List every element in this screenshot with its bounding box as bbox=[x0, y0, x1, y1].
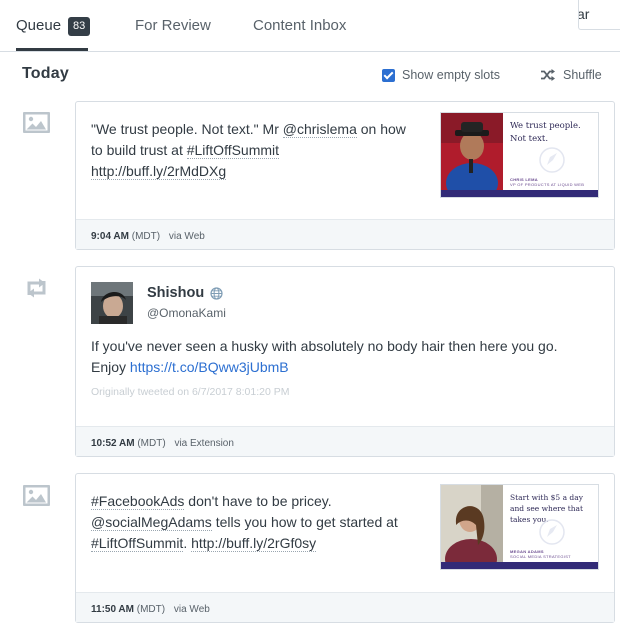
hashtag-link[interactable]: #LiftOffSummit bbox=[91, 535, 184, 552]
active-tab-underline bbox=[16, 48, 88, 51]
queued-post-1[interactable]: "We trust people. Not text." Mr @chrisle… bbox=[75, 101, 615, 250]
post-source: via Web bbox=[168, 231, 205, 242]
timezone: (MDT) bbox=[137, 438, 166, 449]
scheduled-time: 11:50 AM bbox=[91, 604, 134, 615]
author-handle: @OmonaKami bbox=[147, 306, 226, 320]
tab-queue-label: Queue bbox=[16, 17, 62, 34]
thumbnail-brand-bar bbox=[441, 190, 598, 197]
post-3-text-segment: . bbox=[183, 535, 192, 551]
post-2-footer: 10:52 AM (MDT) via Extension bbox=[76, 426, 614, 456]
tweet-link[interactable]: https://t.co/BQww3jUbmB bbox=[130, 359, 289, 375]
tab-for-review[interactable]: For Review bbox=[135, 17, 211, 34]
hashtag-link[interactable]: #FacebookAds bbox=[91, 493, 185, 510]
post-3-text: #FacebookAds don't have to be pricey. @s… bbox=[91, 491, 436, 554]
author-avatar bbox=[91, 282, 133, 324]
queue-count-badge: 83 bbox=[68, 17, 91, 36]
shuffle-button[interactable]: Shuffle bbox=[540, 68, 602, 82]
thumbnail-caption-role: VP OF PRODUCTS AT LIQUID WEB bbox=[510, 182, 585, 187]
post-1-text-segment: to build trust at bbox=[91, 142, 187, 158]
queue-tabs: Queue 83 For Review Content Inbox ar bbox=[0, 0, 620, 52]
image-icon bbox=[23, 112, 50, 133]
speaker-photo bbox=[441, 485, 503, 563]
post-1-text-segment: "We trust people. Not text." Mr bbox=[91, 121, 283, 137]
post-1-text: "We trust people. Not text." Mr @chrisle… bbox=[91, 119, 436, 182]
post-2-text: If you've never seen a husky with absolu… bbox=[91, 336, 601, 378]
post-1-text-segment: on how bbox=[356, 121, 406, 137]
post-3-text-segment: tells you how to get started at bbox=[211, 514, 398, 530]
post-3-thumbnail[interactable]: Start with $5 a day and see where that t… bbox=[440, 484, 599, 570]
mention-link[interactable]: @chrislema bbox=[282, 121, 357, 138]
post-1-thumbnail[interactable]: We trust people. Not text. CHRIS LEMA VP… bbox=[440, 112, 599, 198]
rocket-watermark-icon bbox=[539, 519, 565, 545]
mention-link[interactable]: @socialMegAdams bbox=[91, 514, 212, 531]
rocket-watermark-icon bbox=[539, 147, 565, 173]
originally-tweeted-meta: Originally tweeted on 6/7/2017 8:01:20 P… bbox=[91, 386, 290, 398]
timezone: (MDT) bbox=[136, 604, 166, 615]
post-2-prefix: Enjoy bbox=[91, 359, 130, 375]
post-2-body: If you've never seen a husky with absolu… bbox=[91, 338, 558, 354]
image-icon bbox=[23, 485, 50, 506]
scheduled-time: 10:52 AM bbox=[91, 438, 135, 449]
post-url-link[interactable]: http://buff.ly/2rMdDXg bbox=[91, 163, 227, 180]
tab-queue[interactable]: Queue 83 bbox=[16, 17, 91, 36]
day-heading: Today bbox=[22, 65, 69, 82]
post-1-footer: 9:04 AM (MDT) via Web bbox=[76, 219, 614, 249]
shuffle-icon bbox=[541, 69, 555, 81]
show-empty-slots-toggle[interactable]: Show empty slots bbox=[382, 68, 500, 82]
author-name: Shishou bbox=[147, 285, 223, 301]
tab-content-inbox[interactable]: Content Inbox bbox=[253, 17, 346, 34]
post-3-text-segment: don't have to be pricey. bbox=[184, 493, 332, 509]
speaker-photo bbox=[441, 113, 503, 191]
thumbnail-brand-bar bbox=[441, 562, 598, 569]
thumbnail-quote: We trust people. Not text. bbox=[510, 121, 581, 144]
thumbnail-caption: CHRIS LEMA VP OF PRODUCTS AT LIQUID WEB bbox=[510, 177, 584, 187]
post-source: via Extension bbox=[174, 438, 234, 449]
scheduled-time: 9:04 AM bbox=[91, 231, 129, 242]
timezone: (MDT) bbox=[131, 231, 161, 242]
post-source: via Web bbox=[173, 604, 210, 615]
show-empty-slots-label: Show empty slots bbox=[402, 68, 500, 82]
show-empty-slots-checkbox[interactable] bbox=[382, 68, 395, 82]
shuffle-label: Shuffle bbox=[563, 68, 602, 82]
retweet-icon bbox=[27, 278, 46, 298]
hashtag-link[interactable]: #LiftOffSummit bbox=[186, 142, 280, 159]
thumbnail-caption: MEGAN ADAMS SOCIAL MEDIA STRATEGIST bbox=[510, 549, 571, 559]
post-3-footer: 11:50 AM (MDT) via Web bbox=[76, 592, 614, 622]
globe-icon bbox=[210, 286, 223, 300]
author-name-text: Shishou bbox=[147, 285, 205, 301]
queued-post-2[interactable]: Shishou @OmonaKami If you've never seen … bbox=[75, 266, 615, 457]
post-url-link[interactable]: http://buff.ly/2rGf0sy bbox=[191, 535, 317, 552]
calendar-button[interactable]: ar bbox=[578, 0, 620, 30]
thumbnail-caption-role: SOCIAL MEDIA STRATEGIST bbox=[510, 554, 571, 559]
queued-post-3[interactable]: #FacebookAds don't have to be pricey. @s… bbox=[75, 473, 615, 623]
